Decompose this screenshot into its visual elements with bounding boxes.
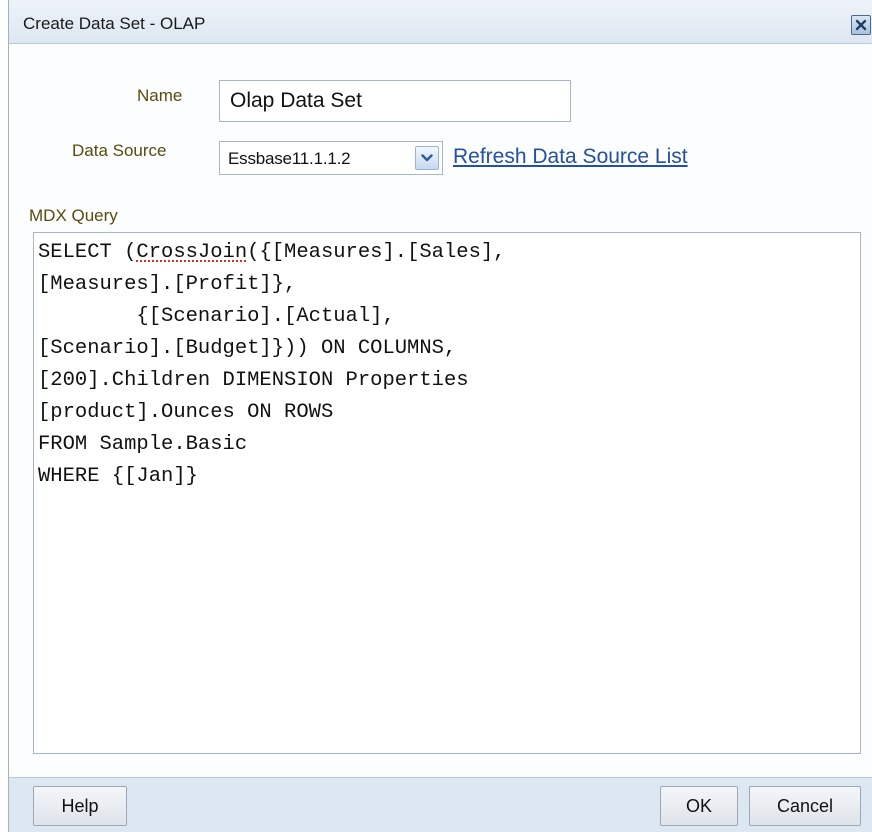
help-button[interactable]: Help: [33, 786, 127, 826]
ok-button[interactable]: OK: [660, 786, 738, 826]
dropdown-arrow-button[interactable]: [415, 146, 439, 170]
dialog-titlebar: Create Data Set - OLAP: [9, 0, 872, 44]
chevron-down-icon: [421, 154, 433, 162]
name-label: Name: [137, 86, 183, 105]
mdx-query-prefix: SELECT (: [38, 241, 137, 264]
data-source-value: Essbase11.1.1.2: [228, 149, 351, 168]
mdx-query-label: MDX Query: [29, 206, 118, 225]
cancel-button[interactable]: Cancel: [749, 786, 861, 826]
create-data-set-dialog: Create Data Set - OLAP Name Data Source …: [8, 0, 872, 832]
data-source-select[interactable]: Essbase11.1.1.2: [219, 141, 443, 175]
data-source-label: Data Source: [72, 141, 167, 160]
dialog-title: Create Data Set - OLAP: [23, 14, 206, 33]
mdx-query-textarea[interactable]: SELECT (CrossJoin({[Measures].[Sales], […: [33, 232, 861, 754]
close-icon: [855, 19, 867, 31]
close-button[interactable]: [851, 15, 871, 35]
misspelled-word: CrossJoin: [136, 241, 248, 264]
mdx-query-rest: ({[Measures].[Sales], [Measures].[Profit…: [38, 241, 506, 488]
dialog-footer: Help OK Cancel: [9, 777, 872, 832]
refresh-data-source-link[interactable]: Refresh Data Source List: [453, 145, 688, 169]
name-input[interactable]: [219, 80, 571, 122]
